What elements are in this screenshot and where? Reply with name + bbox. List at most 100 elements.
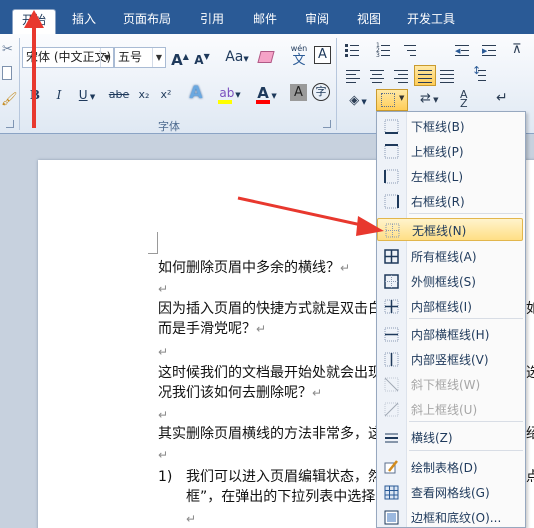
group-separator: [19, 38, 20, 130]
font-name-value: 宋体 (中文正文): [26, 50, 112, 64]
menu-item-borders-shading[interactable]: 边框和底纹(O)...: [377, 506, 523, 528]
grow-font-button[interactable]: A▲: [170, 46, 190, 69]
underline-button[interactable]: U ▼: [74, 84, 100, 106]
menu-item-border-top[interactable]: 上框线(P): [377, 140, 523, 163]
bullets-icon[interactable]: [345, 43, 361, 59]
copy-icon[interactable]: [2, 66, 12, 80]
menu-item-border-outside[interactable]: 外侧框线(S): [377, 270, 523, 293]
shading-button[interactable]: ◈ ▼: [344, 89, 372, 111]
format-painter-icon[interactable]: 🖌: [1, 92, 18, 108]
tab-developer[interactable]: 开发工具: [400, 9, 462, 34]
justify-icon[interactable]: [414, 65, 436, 86]
tab-mailings[interactable]: 邮件: [243, 9, 287, 34]
tab-references[interactable]: 引用: [190, 9, 234, 34]
menu-item-border-left[interactable]: 左框线(L): [377, 165, 523, 188]
doc-line[interactable]: ↵: [158, 280, 168, 298]
chinese-layout-icon[interactable]: ⊼: [512, 42, 528, 58]
border-left-icon: [384, 169, 399, 184]
font-name-combo[interactable]: 宋体 (中文正文) ▼: [22, 47, 114, 68]
doc-line[interactable]: ↵: [158, 343, 168, 361]
numbering-icon[interactable]: 123: [376, 43, 392, 59]
chevron-down-icon[interactable]: ▼: [100, 48, 113, 67]
decrease-indent-icon[interactable]: ◀: [455, 43, 471, 59]
draw-table-icon: [384, 460, 398, 474]
menu-item-view-gridlines[interactable]: 查看网格线(G): [377, 481, 523, 504]
borders-shading-icon: [384, 510, 399, 525]
distributed-icon[interactable]: [440, 68, 456, 84]
italic-button[interactable]: I: [50, 84, 68, 106]
tab-home[interactable]: 开始: [12, 9, 56, 34]
sort-icon[interactable]: AZ: [460, 89, 476, 109]
superscript-button[interactable]: x²: [156, 84, 176, 106]
menu-item-label: 下框线(B): [411, 120, 465, 134]
doc-line[interactable]: 我们可以进入页眉编辑状态，然: [186, 468, 382, 486]
clear-format-button[interactable]: [257, 46, 275, 68]
font-size-combo[interactable]: 五号 ▼: [114, 47, 166, 68]
character-shading-button[interactable]: A: [290, 84, 307, 101]
menu-item-border-bottom[interactable]: 下框线(B): [377, 115, 523, 138]
border-all-icon: [384, 249, 399, 264]
shrink-font-button[interactable]: A▼: [192, 46, 212, 68]
chevron-down-icon[interactable]: ▼: [152, 48, 165, 67]
doc-line-text: 这时候我们的文档最开始处就会出现: [158, 365, 382, 381]
border-bottom-icon: [384, 119, 399, 134]
doc-line[interactable]: ↵: [158, 446, 168, 464]
change-case-button[interactable]: Aa▼: [224, 46, 250, 68]
align-right-icon[interactable]: [394, 68, 410, 84]
increase-indent-icon[interactable]: ▶: [482, 43, 498, 59]
menu-item-draw-table[interactable]: 绘制表格(D): [377, 456, 523, 479]
doc-line[interactable]: ↵: [158, 406, 168, 424]
doc-line[interactable]: 这时候我们的文档最开始处就会出现: [158, 364, 382, 382]
menu-item-label: 右框线(R): [411, 195, 465, 209]
bold-button[interactable]: B: [26, 84, 44, 106]
doc-line-fragment: 绍: [526, 426, 534, 442]
asian-layout-icon[interactable]: ⇄ ▼: [420, 91, 448, 107]
underline-label: U: [78, 88, 88, 102]
shrink-font-label: A: [194, 53, 204, 67]
menu-item-border-all[interactable]: 所有框线(A): [377, 245, 523, 268]
tab-review[interactable]: 审阅: [295, 9, 339, 34]
border-inside-horizontal-icon: [384, 327, 399, 342]
menu-item-horizontal-line[interactable]: 横线(Z): [377, 426, 523, 449]
menu-item-label: 内部横框线(H): [411, 328, 490, 342]
menu-item-border-none[interactable]: 无框线(N): [377, 218, 523, 241]
character-border-button[interactable]: A: [314, 46, 331, 64]
menu-item-label: 左框线(L): [411, 170, 464, 184]
cut-icon[interactable]: ✂: [2, 42, 18, 58]
menu-item-border-inside[interactable]: 内部框线(I): [377, 295, 523, 318]
menu-item-border-right[interactable]: 右框线(R): [377, 190, 523, 213]
menu-separator: [409, 421, 523, 422]
tab-view[interactable]: 视图: [347, 9, 391, 34]
font-launcher-icon[interactable]: [323, 120, 331, 128]
tab-page-layout[interactable]: 页面布局: [116, 9, 178, 34]
doc-line-fragment: 选: [526, 365, 534, 381]
doc-line[interactable]: ↵: [186, 510, 196, 528]
menu-separator: [409, 318, 523, 319]
border-top-icon: [384, 144, 399, 159]
tab-insert[interactable]: 插入: [62, 9, 106, 34]
multilevel-list-icon[interactable]: [404, 43, 420, 59]
doc-line[interactable]: 如何删除页眉中多余的横线？↵: [158, 259, 350, 277]
doc-line[interactable]: 因为插入页眉的快捷方式就是双击白: [158, 300, 382, 318]
menu-item-border-inside-horizontal[interactable]: 内部横框线(H): [377, 323, 523, 346]
align-center-icon[interactable]: [370, 68, 386, 84]
text-effects-button[interactable]: A: [186, 82, 206, 104]
align-left-icon[interactable]: [346, 68, 362, 84]
view-gridlines-icon: [384, 485, 399, 500]
subscript-button[interactable]: x₂: [134, 84, 154, 106]
list-number: 1): [158, 469, 173, 485]
doc-line[interactable]: 其实删除页眉横线的方法非常多，这: [158, 425, 382, 443]
strikethrough-button[interactable]: abe: [106, 84, 132, 106]
clipboard-launcher-icon[interactable]: [6, 120, 14, 128]
doc-line[interactable]: 而是手滑党呢？↵: [158, 320, 266, 338]
phonetic-guide-button[interactable]: wén 文: [288, 44, 310, 68]
menu-item-label: 无框线(N): [412, 224, 467, 238]
doc-line[interactable]: 况我们该如何去删除呢？↵: [158, 384, 322, 402]
enclose-characters-button[interactable]: 字: [312, 83, 330, 101]
show-marks-icon[interactable]: ↵: [496, 90, 512, 106]
line-spacing-icon[interactable]: ↕: [472, 65, 488, 83]
menu-item-border-inside-vertical[interactable]: 内部竖框线(V): [377, 348, 523, 371]
borders-button[interactable]: ▼: [376, 89, 408, 111]
grow-font-label: A: [171, 51, 183, 69]
doc-line[interactable]: 框”，在弹出的下拉列表中选择: [186, 488, 375, 506]
